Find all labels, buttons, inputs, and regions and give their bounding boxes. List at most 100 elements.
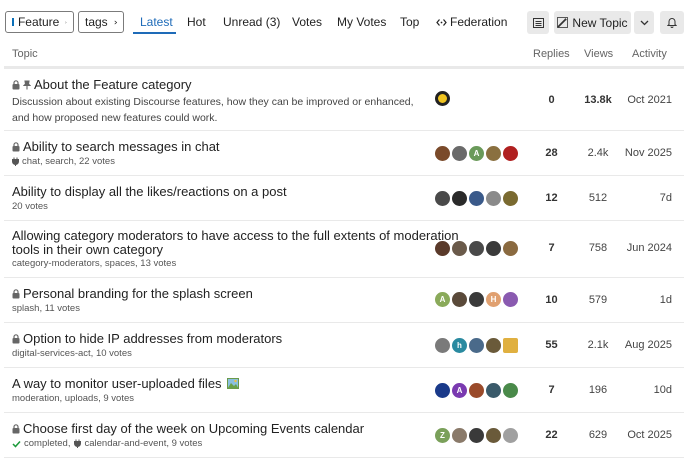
replies-count[interactable]: 10 (524, 294, 579, 306)
avatar[interactable] (435, 383, 450, 398)
header-views[interactable]: Views (584, 48, 613, 60)
avatar[interactable] (469, 241, 484, 256)
active-tab-indicator (133, 32, 176, 34)
tab-federation[interactable]: Federation (436, 15, 507, 29)
topic-title[interactable]: Personal branding for the splash screen (12, 286, 253, 301)
category-color-square (12, 18, 14, 26)
replies-count[interactable]: 7 (524, 384, 579, 396)
avatar[interactable] (503, 191, 518, 206)
avatar[interactable] (503, 428, 518, 443)
replies-count[interactable]: 28 (524, 147, 579, 159)
new-topic-button[interactable]: New Topic (554, 11, 631, 34)
header-topic[interactable]: Topic (12, 48, 38, 60)
activity-time[interactable]: Oct 2025 (602, 429, 672, 441)
topic-row[interactable]: Option to hide IP addresses from moderat… (4, 323, 684, 368)
avatar[interactable]: A (452, 383, 467, 398)
category-dropdown[interactable]: Feature (5, 11, 74, 33)
topic-title[interactable]: Option to hide IP addresses from moderat… (12, 331, 282, 346)
tab-hot[interactable]: Hot (187, 15, 206, 29)
avatar[interactable] (452, 292, 467, 307)
topic-excerpt: Discussion about existing Discourse feat… (12, 96, 414, 124)
avatar[interactable] (469, 292, 484, 307)
avatar[interactable] (452, 191, 467, 206)
tags-dropdown[interactable]: tags (78, 11, 124, 33)
tab-top[interactable]: Top (400, 15, 419, 29)
avatar[interactable] (452, 241, 467, 256)
topic-row[interactable]: About the Feature category Discussion ab… (4, 69, 684, 131)
plug-icon (74, 439, 82, 448)
avatar[interactable] (486, 428, 501, 443)
topic-title[interactable]: About the Feature category (12, 77, 192, 92)
avatar[interactable] (469, 191, 484, 206)
topic-row[interactable]: Personal branding for the splash screen … (4, 278, 684, 323)
topic-title-line1: Allowing category moderators to have acc… (12, 228, 459, 243)
topic-row[interactable]: Choose first day of the week on Upcoming… (4, 413, 684, 458)
avatar[interactable]: A (435, 292, 450, 307)
tab-latest[interactable]: Latest (140, 15, 173, 29)
activity-time[interactable]: Aug 2025 (602, 339, 672, 351)
lock-icon (12, 333, 20, 343)
avatar[interactable] (452, 428, 467, 443)
avatar[interactable]: h (452, 338, 467, 353)
avatar[interactable] (469, 428, 484, 443)
topic-title-continued[interactable]: tools in their own category (12, 242, 163, 257)
avatar[interactable] (452, 146, 467, 161)
replies-count[interactable]: 7 (524, 242, 579, 254)
avatar[interactable] (503, 383, 518, 398)
topic-title[interactable]: Choose first day of the week on Upcoming… (12, 421, 364, 436)
header-activity[interactable]: Activity (632, 48, 667, 60)
tab-votes[interactable]: Votes (292, 15, 322, 29)
replies-count[interactable]: 22 (524, 429, 579, 441)
avatar[interactable] (435, 241, 450, 256)
avatar[interactable] (503, 241, 518, 256)
topic-title[interactable]: Ability to search messages in chat (12, 139, 220, 154)
avatar[interactable] (486, 241, 501, 256)
replies-count[interactable]: 12 (524, 192, 579, 204)
activity-time[interactable]: 7d (602, 192, 672, 204)
avatar[interactable] (435, 146, 450, 161)
topic-posters (435, 191, 520, 206)
avatar[interactable] (435, 191, 450, 206)
replies-count[interactable]: 55 (524, 339, 579, 351)
bulk-select-button[interactable] (527, 11, 549, 34)
replies-count[interactable]: 0 (524, 94, 579, 106)
avatar[interactable] (486, 191, 501, 206)
topic-posters: Z (435, 428, 520, 443)
avatar[interactable] (435, 338, 450, 353)
avatar[interactable] (486, 146, 501, 161)
avatar[interactable] (469, 338, 484, 353)
topic-row[interactable]: Ability to search messages in chat chat,… (4, 131, 684, 176)
avatar[interactable] (486, 383, 501, 398)
topic-row[interactable]: A way to monitor user-uploaded files mod… (4, 368, 684, 413)
topic-tags-text: 20 votes (12, 201, 48, 212)
new-topic-options-button[interactable] (634, 11, 654, 34)
header-replies[interactable]: Replies (533, 48, 570, 60)
chevron-down-icon (640, 20, 648, 25)
activity-time[interactable]: 1d (602, 294, 672, 306)
activity-time[interactable]: Nov 2025 (602, 147, 672, 159)
avatar[interactable]: A (469, 146, 484, 161)
avatar[interactable] (503, 292, 518, 307)
topic-title[interactable]: Ability to display all the likes/reactio… (12, 184, 287, 199)
topic-title-text: Ability to display all the likes/reactio… (12, 184, 287, 199)
avatar[interactable] (486, 338, 501, 353)
activity-time[interactable]: Jun 2024 (602, 242, 672, 254)
topic-row[interactable]: Allowing category moderators to have acc… (4, 221, 684, 278)
avatar[interactable] (469, 383, 484, 398)
avatar[interactable] (503, 146, 518, 161)
avatar[interactable] (503, 338, 518, 353)
activity-time[interactable]: 10d (602, 384, 672, 396)
topic-title-text: Option to hide IP addresses from moderat… (23, 331, 283, 346)
avatar[interactable]: H (486, 292, 501, 307)
tab-my-votes[interactable]: My Votes (337, 15, 386, 29)
tab-unread[interactable]: Unread (3) (223, 15, 280, 29)
topic-title[interactable]: A way to monitor user-uploaded files (12, 376, 239, 391)
activity-time[interactable]: Oct 2021 (602, 94, 672, 106)
avatar[interactable]: Z (435, 428, 450, 443)
status-completed: completed, (24, 438, 71, 449)
notifications-button[interactable] (660, 11, 684, 34)
avatar[interactable] (435, 91, 450, 106)
topic-tags: splash, 11 votes (12, 303, 80, 314)
topic-row[interactable]: Ability to display all the likes/reactio… (4, 176, 684, 221)
topic-title[interactable]: Allowing category moderators to have acc… (12, 228, 459, 243)
